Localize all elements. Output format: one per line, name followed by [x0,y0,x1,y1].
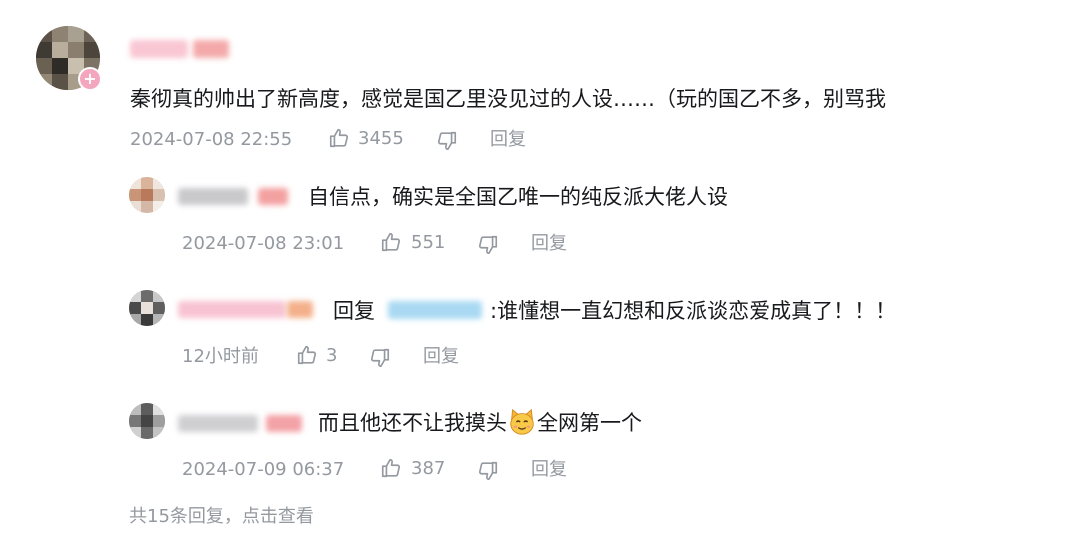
reply-time: 12小时前 [182,346,259,367]
user-level-badge [258,188,288,205]
thumbs-down-icon[interactable] [477,460,499,482]
reply-button[interactable]: 回复 [423,345,459,369]
reply-button[interactable]: 回复 [490,128,526,152]
avatar[interactable] [129,403,165,439]
reply-time: 2024-07-08 23:01 [182,233,345,254]
user-level-badge [287,301,313,318]
like-count: 387 [411,458,446,479]
reply-button[interactable]: 回复 [531,458,567,482]
like-count: 551 [411,232,446,253]
thumbs-down-icon[interactable] [477,234,499,256]
reply-text: 而且他还不让我摸头 全网第一个 [318,407,642,437]
username[interactable] [178,301,286,318]
reply-button[interactable]: 回复 [531,232,567,256]
avatar[interactable] [129,177,165,213]
username[interactable] [130,40,188,58]
user-level-badge [266,415,302,432]
comment-time: 2024-07-08 22:55 [130,129,293,150]
thumbs-up-icon[interactable] [380,231,402,253]
view-all-replies-link[interactable]: 共15条回复，点击查看 [129,505,314,529]
thumbs-up-icon[interactable] [328,127,350,149]
thumbs-down-icon[interactable] [369,347,391,369]
like-count: 3 [326,345,338,366]
thumbs-down-icon[interactable] [436,130,458,152]
comment-text: 秦彻真的帅出了新高度，感觉是国乙里没见过的人设……（玩的国乙不多，别骂我 [130,87,886,111]
mentioned-username[interactable] [388,301,482,319]
reply-prefix: 回复 [333,299,375,323]
reply-text: :谁懂想一直幻想和反派谈恋爱成真了！！！ [490,299,897,323]
username[interactable] [178,415,258,432]
thumbs-up-icon[interactable] [296,344,318,366]
reply-time: 2024-07-09 06:37 [182,459,345,480]
user-level-badge [193,40,229,58]
like-count: 3455 [358,128,404,149]
reply-text: 自信点，确实是全国乙唯一的纯反派大佬人设 [308,185,728,209]
avatar[interactable] [129,290,165,326]
thumbs-up-icon[interactable] [380,457,402,479]
cat-face-icon [507,407,537,437]
username[interactable] [178,188,248,205]
avatar-badge-icon: + [78,67,102,91]
